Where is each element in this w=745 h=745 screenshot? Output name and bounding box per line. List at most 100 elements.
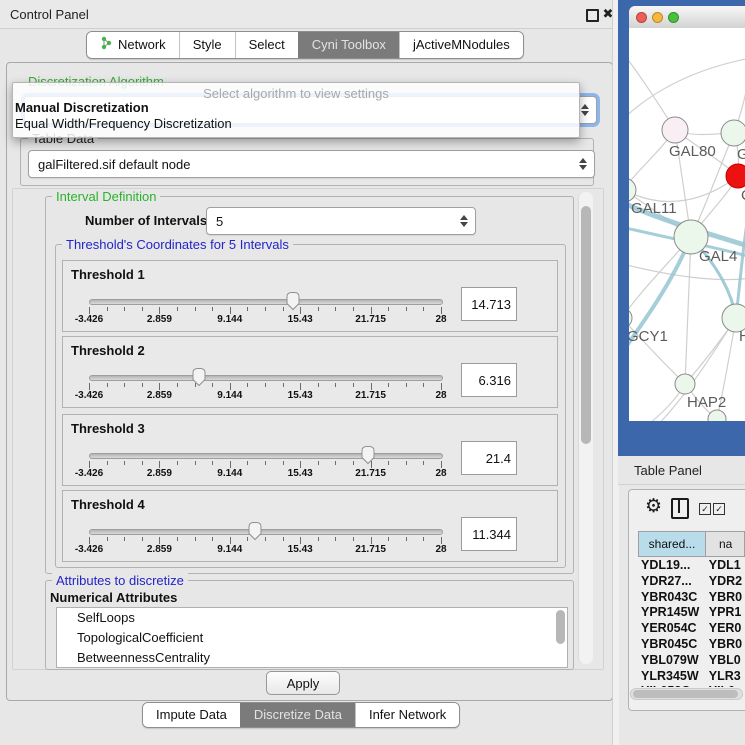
tick-label: 28 bbox=[435, 468, 446, 479]
network-edge[interactable] bbox=[629, 58, 745, 123]
attribute-list-item[interactable]: TopologicalCoefficient bbox=[57, 628, 567, 648]
minimize-traffic-light-icon[interactable] bbox=[652, 12, 663, 23]
tick-label: 15.43 bbox=[288, 544, 313, 555]
tick-mark bbox=[159, 537, 160, 544]
tick-mark bbox=[107, 461, 108, 465]
tick-mark bbox=[406, 537, 407, 541]
threshold-value-field[interactable]: 11.344 bbox=[461, 517, 517, 551]
node-gal80[interactable] bbox=[662, 117, 688, 143]
table-row[interactable]: YPR145WYPR1 bbox=[638, 605, 745, 621]
network-canvas[interactable]: GAL80GACGAL11GAL4GCY1HHAP2 bbox=[629, 28, 745, 421]
tab-network[interactable]: Network bbox=[87, 32, 179, 58]
tick-mark bbox=[423, 537, 424, 541]
tick-mark bbox=[318, 383, 319, 387]
cell-name: YLR3 bbox=[702, 669, 745, 685]
close-traffic-light-icon[interactable] bbox=[636, 12, 647, 23]
numerical-attributes-list[interactable]: SelfLoopsTopologicalCoefficientBetweenne… bbox=[56, 607, 568, 668]
node-red[interactable] bbox=[726, 164, 745, 188]
tab-impute-data[interactable]: Impute Data bbox=[143, 703, 240, 727]
tick-label: 9.144 bbox=[217, 390, 242, 401]
column-header-name[interactable]: na bbox=[705, 531, 745, 557]
slider-tick-labels: -3.4262.8599.14415.4321.71528 bbox=[89, 314, 441, 326]
gear-icon[interactable]: ⚙ bbox=[645, 497, 662, 516]
node-gal11[interactable] bbox=[629, 178, 636, 202]
table-data-combo[interactable]: galFiltered.sif default node bbox=[28, 150, 595, 178]
table-row[interactable]: YBL079WYBL0 bbox=[638, 653, 745, 669]
tab-label: Infer Network bbox=[369, 707, 446, 722]
slider-tick-labels: -3.4262.8599.14415.4321.71528 bbox=[89, 544, 441, 556]
float-window-icon[interactable] bbox=[586, 9, 599, 22]
tab-select[interactable]: Select bbox=[235, 32, 298, 58]
tick-label: 21.715 bbox=[355, 544, 386, 555]
number-of-intervals-value: 5 bbox=[216, 214, 223, 229]
network-edge[interactable] bbox=[685, 237, 691, 384]
tick-mark bbox=[142, 383, 143, 387]
threshold-value-field[interactable]: 21.4 bbox=[461, 441, 517, 475]
threshold-slider-track[interactable] bbox=[89, 375, 443, 381]
tick-mark bbox=[159, 383, 160, 390]
scrollbar-thumb[interactable] bbox=[581, 206, 591, 444]
tick-mark bbox=[353, 461, 354, 465]
table-row[interactable]: YBR043CYBR0 bbox=[638, 590, 745, 606]
tab-jactivemnodules[interactable]: jActiveMNodules bbox=[399, 32, 523, 58]
number-of-intervals-combo[interactable]: 5 bbox=[206, 207, 476, 235]
scrollbar-thumb[interactable] bbox=[633, 690, 738, 698]
settings-vertical-scrollbar[interactable] bbox=[578, 192, 593, 664]
node-gcy1[interactable] bbox=[629, 308, 632, 328]
zoom-traffic-light-icon[interactable] bbox=[668, 12, 679, 23]
node-label: C bbox=[741, 187, 745, 204]
control-panel-title: Control Panel bbox=[10, 7, 89, 22]
algorithm-option[interactable]: Equal Width/Frequency Discretization bbox=[15, 116, 232, 131]
apply-button[interactable]: Apply bbox=[266, 671, 340, 695]
cell-shared-name: YLR345W bbox=[638, 669, 702, 685]
table-row[interactable]: YLR345WYLR3 bbox=[638, 669, 745, 685]
tab-discretize-data[interactable]: Discretize Data bbox=[240, 703, 355, 727]
algorithm-option[interactable]: Manual Discretization bbox=[15, 100, 149, 115]
tick-mark bbox=[247, 461, 248, 465]
tab-style[interactable]: Style bbox=[179, 32, 235, 58]
tick-mark bbox=[89, 537, 90, 544]
node-bottom[interactable] bbox=[708, 410, 726, 421]
network-icon bbox=[100, 36, 113, 53]
table-row[interactable]: YDL19...YDL1 bbox=[638, 558, 745, 574]
tick-mark bbox=[441, 537, 442, 544]
attribute-list-item[interactable]: SelfLoops bbox=[57, 608, 567, 628]
combo-stepper-icon bbox=[579, 158, 587, 170]
attribute-list-item[interactable]: BetweennessCentrality bbox=[57, 648, 567, 668]
threshold-slider-track[interactable] bbox=[89, 453, 443, 459]
tick-mark bbox=[265, 461, 266, 465]
threshold-value-field[interactable]: 6.316 bbox=[461, 363, 517, 397]
tick-mark bbox=[300, 383, 301, 390]
column-header-shared-name[interactable]: shared... bbox=[638, 531, 706, 557]
threshold-slider-track[interactable] bbox=[89, 299, 443, 305]
tab-cyni-toolbox[interactable]: Cyni Toolbox bbox=[298, 32, 399, 58]
tick-mark bbox=[388, 383, 389, 387]
threshold-slider-track[interactable] bbox=[89, 529, 443, 535]
table-horizontal-scrollbar[interactable] bbox=[630, 688, 743, 700]
tick-mark bbox=[388, 461, 389, 465]
tick-label: 15.43 bbox=[288, 468, 313, 479]
network-edge[interactable] bbox=[629, 50, 675, 130]
tick-mark bbox=[212, 307, 213, 311]
table-row[interactable]: YDR27...YDR2 bbox=[638, 574, 745, 590]
checkbox-icon[interactable]: ✓ bbox=[699, 503, 711, 515]
tick-mark bbox=[318, 307, 319, 311]
table-row[interactable]: YBR045CYBR0 bbox=[638, 637, 745, 653]
cell-shared-name: YPR145W bbox=[638, 605, 702, 621]
checkbox-icon[interactable]: ✓ bbox=[713, 503, 725, 515]
list-scrollbar-thumb[interactable] bbox=[556, 610, 565, 644]
tick-mark bbox=[195, 461, 196, 465]
cell-name: YPR1 bbox=[702, 605, 745, 621]
node-top-right[interactable] bbox=[721, 120, 745, 146]
table-row[interactable]: YIL052CYIL0 bbox=[638, 684, 745, 687]
threshold-box: Threshold 1-3.4262.8599.14415.4321.71528… bbox=[62, 260, 558, 332]
slider-tick-labels: -3.4262.8599.14415.4321.71528 bbox=[89, 468, 441, 480]
tab-infer-network[interactable]: Infer Network bbox=[355, 703, 459, 727]
node-label: GA bbox=[737, 146, 745, 163]
threshold-value-field[interactable]: 14.713 bbox=[461, 287, 517, 321]
node-hap2[interactable] bbox=[675, 374, 695, 394]
network-edge[interactable] bbox=[629, 263, 745, 280]
tick-mark bbox=[89, 307, 90, 314]
columns-icon[interactable] bbox=[671, 498, 689, 519]
table-row[interactable]: YER054CYER0 bbox=[638, 621, 745, 637]
